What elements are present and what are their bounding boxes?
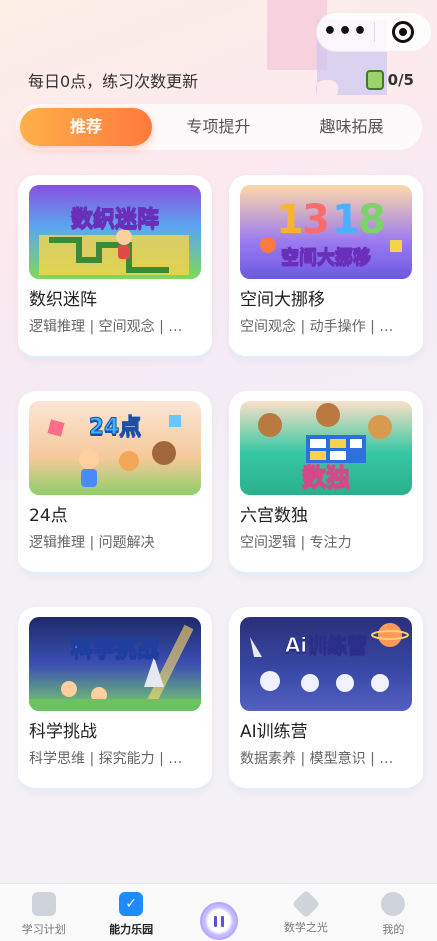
- card-tags: 空间观念 | 动手操作 | …: [240, 319, 394, 335]
- nav-label: 学习计划: [21, 923, 66, 936]
- tab-recommend[interactable]: 推荐: [20, 108, 152, 146]
- card-title: 六宫数独: [240, 506, 308, 526]
- tab-fun-extension[interactable]: 趣味拓展: [285, 108, 418, 146]
- game-thumbnail: 数织迷阵: [29, 185, 201, 279]
- card-tags: 逻辑推理 | 问题解决: [29, 535, 155, 551]
- game-card-sudoku[interactable]: 数独 六宫数独 空间逻辑 | 专注力: [229, 391, 423, 575]
- game-card-number-maze[interactable]: 数织迷阵 数织迷阵 逻辑推理 | 空间观念 | …: [18, 175, 212, 359]
- bottom-navigation: 学习计划 ✓ 能力乐园 数学之光 我的: [0, 883, 437, 941]
- svg-text:8: 8: [358, 197, 386, 243]
- sparkle-icon: [291, 889, 321, 919]
- profile-icon: [381, 892, 406, 916]
- thumbnail-title: 数织迷阵: [70, 207, 159, 233]
- card-tags: 逻辑推理 | 空间观念 | …: [29, 319, 183, 335]
- game-thumbnail: 24点: [29, 401, 201, 495]
- card-tags: 空间逻辑 | 专注力: [240, 535, 352, 551]
- card-tags: 科学思维 | 探究能力 | …: [29, 751, 183, 767]
- svg-text:1: 1: [276, 197, 304, 243]
- card-title: 24点: [29, 506, 68, 526]
- thumbnail-title: 科学挑战: [70, 637, 159, 663]
- pause-icon: [199, 902, 238, 940]
- game-thumbnail: 科学挑战: [29, 617, 201, 711]
- thumbnail-title: 数独: [302, 463, 351, 492]
- checkbox-icon: ✓: [119, 892, 144, 916]
- game-thumbnail: 数独: [240, 401, 412, 495]
- book-icon: [31, 892, 56, 916]
- card-title: AI训练营: [240, 722, 308, 742]
- thumbnail-title: 24点: [88, 415, 142, 441]
- game-thumbnail: Ai训练营: [240, 617, 412, 711]
- svg-text:3: 3: [302, 197, 330, 243]
- card-title: 空间大挪移: [240, 290, 325, 310]
- nav-item-ability-park[interactable]: ✓ 能力乐园: [87, 884, 174, 941]
- card-title: 科学挑战: [29, 722, 97, 742]
- nav-item-study-plan[interactable]: 学习计划: [0, 884, 87, 941]
- practice-counter-value: 0/5: [387, 71, 414, 89]
- nav-label: 我的: [382, 923, 405, 936]
- practice-reset-notice: 每日0点，练习次数更新: [28, 72, 199, 91]
- game-card-space-shift[interactable]: 1 3 1 8 空间大挪移 空间大挪移 空间观念 | 动手操作 | …: [229, 175, 423, 359]
- practice-counter: 0/5: [365, 70, 414, 90]
- close-program-button[interactable]: [375, 21, 431, 43]
- game-card-ai-camp[interactable]: Ai训练营 AI训练营 数据素养 | 模型意识 | …: [229, 607, 423, 791]
- game-thumbnail: 1 3 1 8 空间大挪移: [240, 185, 412, 279]
- svg-text:1: 1: [332, 197, 360, 243]
- card-tags: 数据素养 | 模型意识 | …: [240, 751, 394, 767]
- nav-item-mine[interactable]: 我的: [350, 884, 437, 941]
- tab-special-improvement[interactable]: 专项提升: [152, 108, 285, 146]
- nav-item-center[interactable]: [175, 884, 262, 941]
- more-icon[interactable]: •••: [317, 12, 374, 52]
- gem-icon: [365, 70, 384, 90]
- category-tabs: 推荐 专项提升 趣味拓展: [16, 104, 422, 150]
- game-card-24-points[interactable]: 24点 24点 逻辑推理 | 问题解决: [18, 391, 212, 575]
- practice-info-row: 每日0点，练习次数更新 0/5: [28, 70, 418, 94]
- game-card-science-challenge[interactable]: 科学挑战 科学挑战 科学思维 | 探究能力 | …: [18, 607, 212, 791]
- card-title: 数织迷阵: [29, 290, 97, 310]
- nav-label: 数学之光: [283, 921, 328, 934]
- thumbnail-title: 空间大挪移: [281, 247, 372, 269]
- nav-label: 能力乐园: [109, 923, 154, 936]
- mini-program-capsule: •••: [316, 12, 432, 52]
- target-icon: [391, 21, 414, 43]
- nav-item-math-light[interactable]: 数学之光: [262, 884, 349, 941]
- thumbnail-title: Ai训练营: [284, 633, 368, 658]
